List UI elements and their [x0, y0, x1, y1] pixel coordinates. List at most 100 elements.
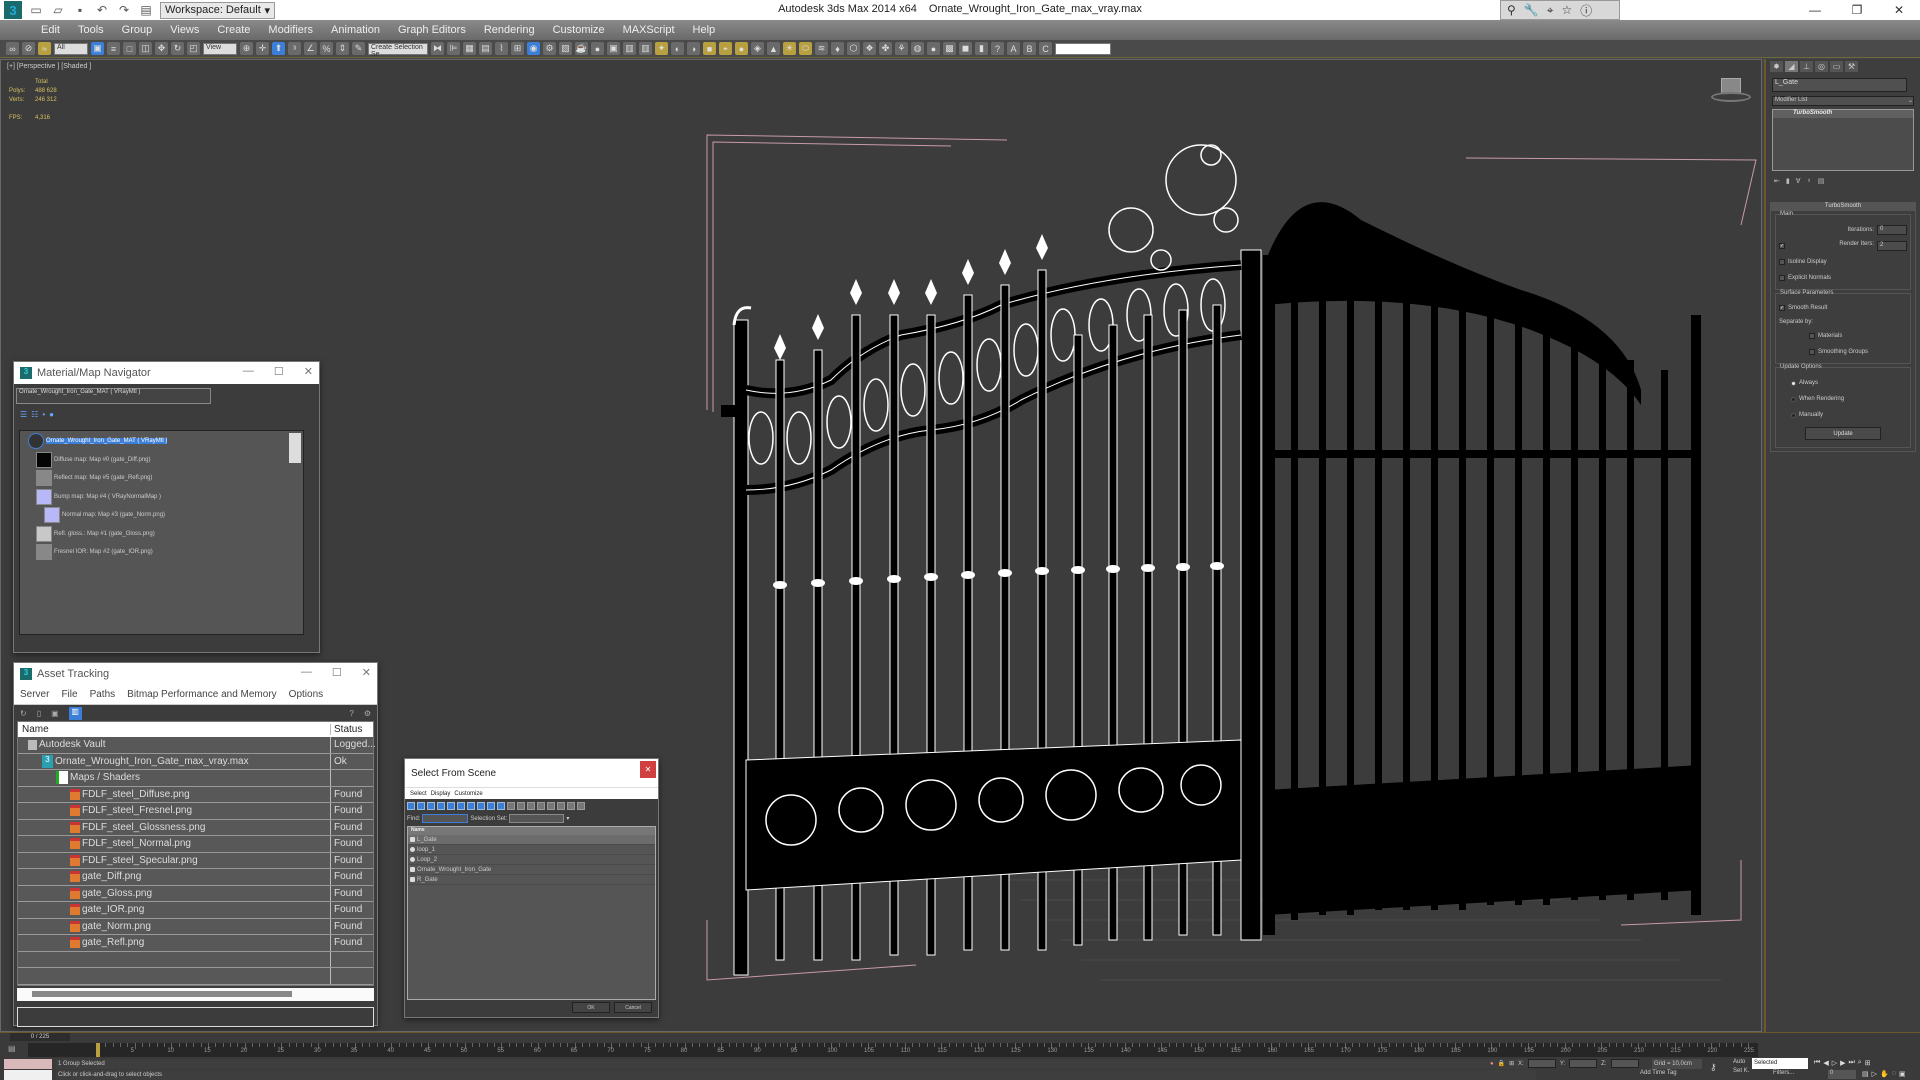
file-view-icon[interactable]: ▯	[37, 709, 41, 718]
asset-row[interactable]: FDLF_steel_Diffuse.png Found	[18, 786, 373, 803]
project-folder-icon[interactable]: ▤	[138, 2, 154, 18]
help-icon[interactable]: ⓘ	[1580, 2, 1592, 19]
materials-checkbox[interactable]	[1809, 333, 1815, 339]
vray-fur-icon[interactable]: ≋	[815, 42, 828, 55]
vray-bake-icon[interactable]: ▩	[943, 42, 956, 55]
new-file-icon[interactable]: ▭	[28, 2, 44, 18]
vray-sun-icon[interactable]: ☀	[783, 42, 796, 55]
vray-dome-icon[interactable]: ◓	[719, 42, 732, 55]
track-bar[interactable]: 5 10 15 20 25 30 35 40 45 50 55 60 65 70 75 80 85 90 95 100…	[28, 1043, 1758, 1057]
redo-icon[interactable]: ↷	[116, 2, 132, 18]
menu-views[interactable]: Views	[161, 24, 208, 36]
move-icon[interactable]: ✥	[155, 42, 168, 55]
x-field[interactable]	[1527, 1059, 1556, 1068]
workspace-dropdown[interactable]: Workspace: Default ▾	[160, 1, 275, 19]
vray-toolbar-icon-3[interactable]: ◐	[671, 42, 684, 55]
asset-row[interactable]: gate_Refl.png Found	[18, 935, 373, 952]
pivot-center-icon[interactable]: ⊕	[240, 42, 253, 55]
scrollbar-thumb[interactable]	[32, 990, 292, 997]
radio-always[interactable]	[1791, 380, 1796, 386]
smooth-result-checkbox[interactable]: ✓	[1779, 305, 1785, 311]
open-file-icon[interactable]: ▱	[50, 2, 66, 18]
vray-light-icon[interactable]: ✦	[655, 42, 668, 55]
spinner-snap-icon[interactable]: ⇕	[336, 42, 349, 55]
scene-object-row[interactable]: R_Gate	[408, 875, 655, 885]
time-config-icon[interactable]: ▤	[1862, 1070, 1869, 1078]
select-all-icon[interactable]	[527, 802, 535, 810]
list-view-icon[interactable]: ☰	[20, 410, 27, 419]
maximize-icon[interactable]: ☐	[274, 365, 284, 378]
mmn-scrollbar[interactable]	[289, 433, 301, 463]
vray-frame-buffer-icon[interactable]: ▣	[607, 42, 620, 55]
close-icon[interactable]: ✕	[640, 761, 656, 778]
curve-editor-icon[interactable]: ⌇	[495, 42, 508, 55]
invert-selection-icon[interactable]	[547, 802, 555, 810]
menu-graph-editors[interactable]: Graph Editors	[389, 24, 475, 36]
columns-icon[interactable]	[577, 802, 585, 810]
mirror-icon[interactable]: ⧓	[431, 42, 444, 55]
vray-info-icon[interactable]: ▮	[975, 42, 988, 55]
time-cursor[interactable]	[96, 1043, 100, 1057]
manipulate-icon[interactable]: ✛	[256, 42, 269, 55]
rollout-header[interactable]: TurboSmooth	[1771, 203, 1915, 211]
tab-create[interactable]: ✸	[1770, 61, 1783, 72]
rendered-frame-window-icon[interactable]: ▧	[559, 42, 572, 55]
smoothing-groups-checkbox[interactable]	[1809, 349, 1815, 355]
menu-modifiers[interactable]: Modifiers	[259, 24, 322, 36]
set-key-icon[interactable]: ⚷	[1710, 1062, 1717, 1073]
layer-manager-icon[interactable]: ▦	[463, 42, 476, 55]
field-of-view-icon[interactable]: ▷	[1872, 1070, 1877, 1078]
object-name-field[interactable]: L_Gate	[1772, 78, 1907, 92]
tab-modify[interactable]: ◢	[1785, 61, 1798, 72]
menu-maxscript[interactable]: MAXScript	[614, 24, 684, 36]
asset-row[interactable]: FDLF_steel_Fresnel.png Found	[18, 803, 373, 820]
wrench-icon[interactable]: 🔧	[1524, 3, 1539, 17]
map-node[interactable]: Fresnel IOR: Map #2 (gate_IOR.png)	[36, 544, 153, 560]
table-view-icon[interactable]: ▥	[68, 706, 82, 720]
keyboard-shortcut-override-icon[interactable]: ⬆	[272, 42, 285, 55]
vray-sphere-icon[interactable]: ●	[591, 42, 604, 55]
column-status[interactable]: Status	[331, 724, 373, 735]
pin-stack-icon[interactable]: ⇤	[1774, 177, 1780, 185]
map-node[interactable]: Diffuse map: Map #0 (gate_Diff.png)	[36, 451, 151, 468]
satellite-icon[interactable]: ⌖	[1547, 3, 1554, 18]
tree-view-icon[interactable]: ☷	[31, 410, 38, 419]
column-name[interactable]: Name	[18, 724, 331, 735]
close-button[interactable]: ✕	[1878, 0, 1920, 20]
search-binoculars-icon[interactable]: ⚲	[1507, 3, 1516, 17]
maximize-viewport-icon[interactable]: ▣	[1899, 1070, 1906, 1078]
column-name[interactable]: Name	[408, 827, 655, 835]
vault-settings-icon[interactable]: ⚙	[364, 709, 371, 718]
map-node[interactable]: Bump map: Map #4 ( VRayNormalMap )	[36, 488, 161, 505]
asset-row[interactable]: FDLF_steel_Normal.png Found	[18, 836, 373, 853]
filter-bones-icon[interactable]	[487, 802, 495, 810]
radio-manually[interactable]	[1791, 412, 1796, 418]
asset-tracking-title-bar[interactable]: 3 Asset Tracking — ☐ ✕	[14, 663, 377, 685]
menu-create[interactable]: Create	[208, 24, 259, 36]
time-slider[interactable]: 0 / 225	[10, 1033, 70, 1041]
align-icon[interactable]: ⊫	[447, 42, 460, 55]
menu-edit[interactable]: Edit	[32, 24, 69, 36]
auto-key-button[interactable]: Auto	[1733, 1059, 1749, 1065]
mmn-title-bar[interactable]: 3 Material/Map Navigator — ☐ ✕	[14, 362, 319, 384]
menu-display[interactable]: Display	[431, 791, 451, 797]
bind-space-warp-icon[interactable]: ≈	[38, 42, 51, 55]
lock-selection-icon[interactable]: 🔒	[1498, 1060, 1505, 1067]
previous-frame-icon[interactable]: ◀	[1823, 1059, 1828, 1067]
render-iters-spinner[interactable]: 2	[1877, 241, 1907, 251]
funnel-filter-icon[interactable]	[557, 802, 565, 810]
explicit-normals-checkbox[interactable]	[1779, 275, 1785, 281]
vray-proxy-icon[interactable]: ♦	[831, 42, 844, 55]
render-production-icon[interactable]: ☕	[575, 42, 588, 55]
menu-animation[interactable]: Animation	[322, 24, 389, 36]
filter-groups-icon[interactable]	[467, 802, 475, 810]
minimize-icon[interactable]: —	[301, 666, 312, 679]
orbit-icon[interactable]: ◌	[1892, 1070, 1896, 1078]
key-filters-button[interactable]: Filters...	[1773, 1070, 1794, 1076]
filter-frozen-icon[interactable]	[507, 802, 515, 810]
vray-ambient-icon[interactable]: ⬭	[799, 42, 812, 55]
asset-row[interactable]: Autodesk Vault Logged...	[18, 737, 376, 754]
small-icons-icon[interactable]: •	[42, 410, 45, 419]
window-crossing-icon[interactable]: ◫	[139, 42, 152, 55]
menu-paths[interactable]: Paths	[84, 689, 122, 700]
